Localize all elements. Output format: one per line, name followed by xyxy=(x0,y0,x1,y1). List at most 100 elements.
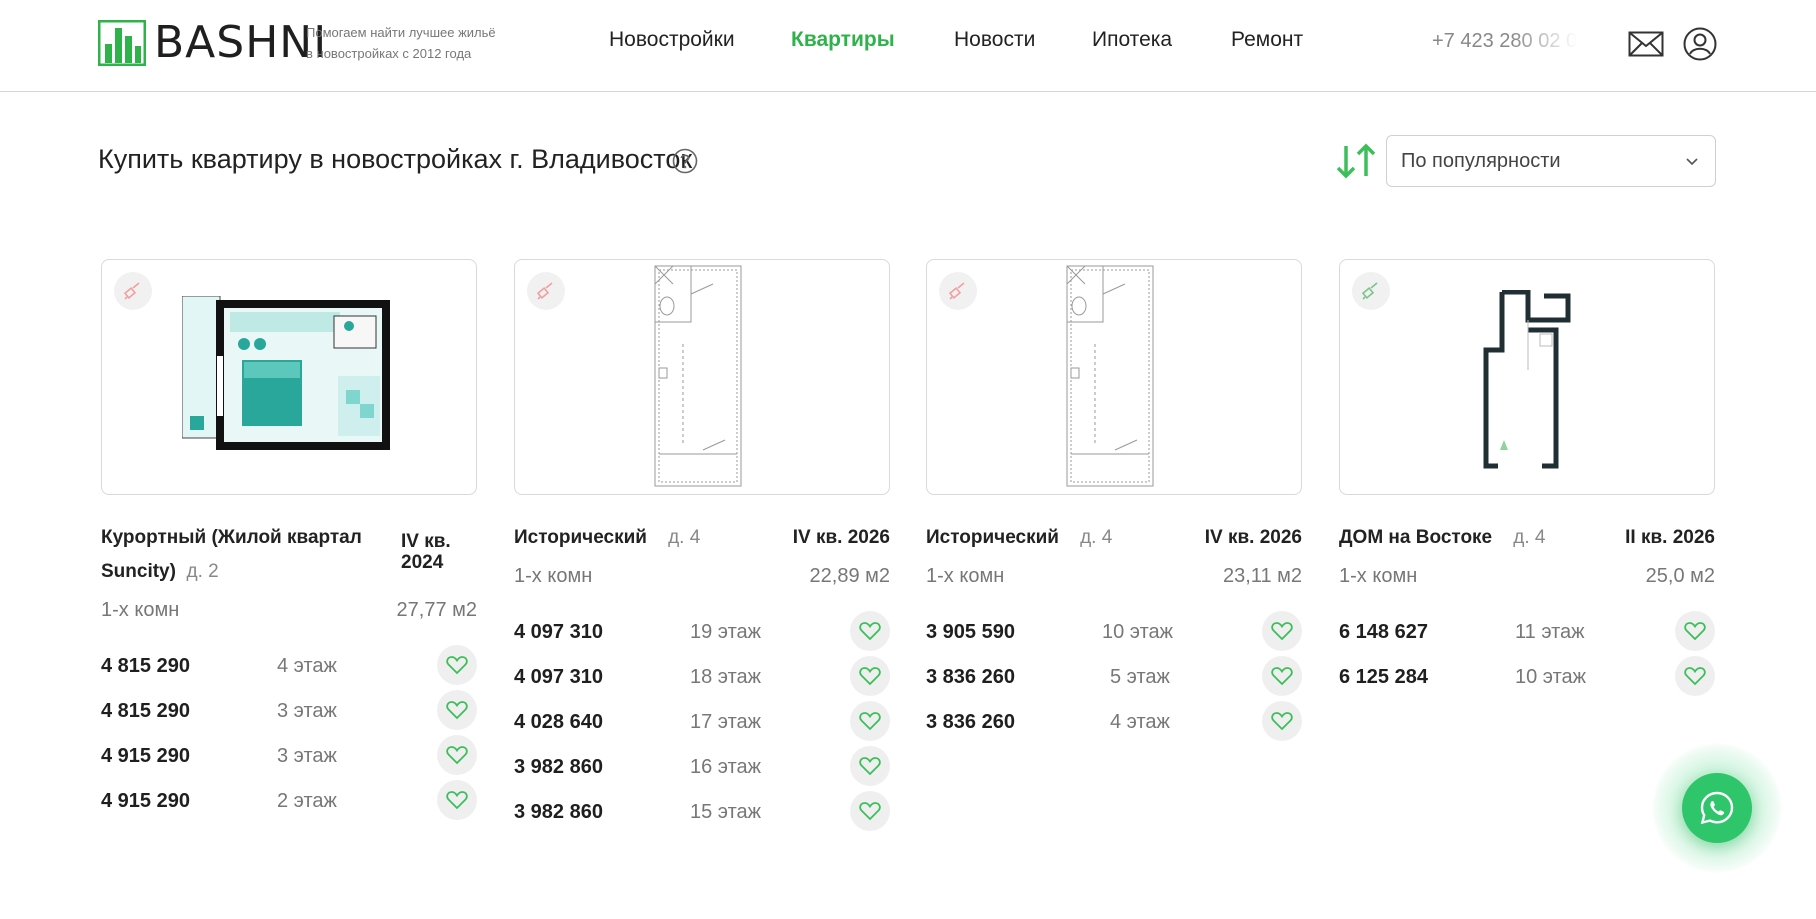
floor: 10 этаж xyxy=(1515,666,1587,688)
mail-button[interactable] xyxy=(1628,26,1664,62)
floor: 2 этаж xyxy=(277,790,337,812)
nav-item-ipoteka[interactable]: Ипотека xyxy=(1092,28,1172,52)
price-row[interactable]: 4 815 290 3 этаж xyxy=(101,690,477,735)
favorite-button[interactable] xyxy=(1675,611,1715,651)
floor-plan-image[interactable] xyxy=(514,259,890,495)
heart-icon xyxy=(859,622,881,641)
brush-icon xyxy=(1361,282,1378,300)
apartment-area: 27,77 м2 xyxy=(396,599,477,621)
favorite-button[interactable] xyxy=(437,735,477,775)
page-title: Купить квартиру в новостройках г. Владив… xyxy=(98,144,693,174)
user-icon xyxy=(1683,27,1717,61)
profile-button[interactable] xyxy=(1682,26,1718,62)
favorite-button[interactable] xyxy=(850,746,890,786)
heart-icon xyxy=(1271,622,1293,641)
favorite-button[interactable] xyxy=(437,645,477,685)
finishing-badge xyxy=(939,272,977,310)
complex-name[interactable]: Курортный (Жилой квартал Suncity) д. 2 xyxy=(101,521,371,589)
price-row[interactable]: 3 836 260 4 этаж xyxy=(926,701,1302,746)
sort-arrows-icon[interactable] xyxy=(1335,142,1377,180)
complex-name-line-1: Исторический xyxy=(926,527,1059,548)
whatsapp-button[interactable] xyxy=(1682,773,1752,843)
floor: 5 этаж xyxy=(1110,666,1170,688)
floor: 10 этаж xyxy=(1102,621,1174,643)
price-row[interactable]: 4 097 310 19 этаж xyxy=(514,611,890,656)
nav-item-novostroyki[interactable]: Новостройки xyxy=(609,28,735,52)
complex-name[interactable]: Исторический д. 4 xyxy=(926,521,1112,555)
favorite-button[interactable] xyxy=(437,690,477,730)
price-row[interactable]: 6 125 284 10 этаж xyxy=(1339,656,1715,701)
price: 3 836 260 xyxy=(926,711,1015,733)
price-row[interactable]: 4 915 290 3 этаж xyxy=(101,735,477,780)
nav-item-novosti[interactable]: Новости xyxy=(954,28,1035,52)
favorite-button[interactable] xyxy=(1675,656,1715,696)
delivery-date-line-1: IV кв. xyxy=(401,531,451,552)
price: 4 097 310 xyxy=(514,666,603,688)
price-row[interactable]: 4 097 310 18 этаж xyxy=(514,656,890,701)
floor-plan-drawing xyxy=(182,296,390,450)
floor: 3 этаж xyxy=(277,745,337,767)
floor-plan-image[interactable] xyxy=(926,259,1302,495)
price-row[interactable]: 3 982 860 16 этаж xyxy=(514,746,890,791)
logo-icon xyxy=(98,20,146,66)
sort-select[interactable]: По популярности xyxy=(1386,135,1716,187)
floor-plan-image[interactable] xyxy=(1339,259,1715,495)
heart-icon xyxy=(446,656,468,675)
logo[interactable]: BASHNI xyxy=(98,20,327,66)
heart-icon xyxy=(446,701,468,720)
floor-plan-image[interactable] xyxy=(101,259,477,495)
favorite-button[interactable] xyxy=(850,791,890,831)
heart-icon xyxy=(1684,622,1706,641)
price-row[interactable]: 3 836 260 5 этаж xyxy=(926,656,1302,701)
price-row[interactable]: 4 028 640 17 этаж xyxy=(514,701,890,746)
apartment-area: 22,89 м2 xyxy=(809,565,890,587)
complex-name[interactable]: Исторический д. 4 xyxy=(514,521,700,555)
delivery-date: IV кв. 2026 xyxy=(1204,527,1302,548)
complex-name-line-1: Курортный (Жилой квартал xyxy=(101,527,362,548)
phone-number[interactable]: +7 423 280 02 0 xyxy=(1432,30,1577,53)
favorite-button[interactable] xyxy=(1262,656,1302,696)
price: 3 905 590 xyxy=(926,621,1015,643)
delivery-date: IV кв. 2026 xyxy=(792,527,890,548)
price-row[interactable]: 6 148 627 11 этаж xyxy=(1339,611,1715,656)
floor-plan-drawing xyxy=(1066,265,1154,487)
favorite-button[interactable] xyxy=(850,701,890,741)
heart-icon xyxy=(446,746,468,765)
favorite-button[interactable] xyxy=(850,611,890,651)
rooms-count: 1-х комн xyxy=(1339,565,1418,587)
floor: 17 этаж xyxy=(690,711,762,733)
delivery-date: IV кв. 2024 xyxy=(401,531,451,573)
floor: 19 этаж xyxy=(690,621,762,643)
price: 4 028 640 xyxy=(514,711,603,733)
favorite-button[interactable] xyxy=(1262,611,1302,651)
favorite-button[interactable] xyxy=(850,656,890,696)
price-row[interactable]: 3 905 590 10 этаж xyxy=(926,611,1302,656)
price: 6 125 284 xyxy=(1339,666,1428,688)
floor: 16 этаж xyxy=(690,756,762,778)
price-row[interactable]: 4 815 290 4 этаж xyxy=(101,645,477,690)
brush-icon xyxy=(948,282,965,300)
price-row[interactable]: 4 915 290 2 этаж xyxy=(101,780,477,825)
price-row[interactable]: 3 982 860 15 этаж xyxy=(514,791,890,836)
heart-icon xyxy=(1271,712,1293,731)
house-number: д. 4 xyxy=(1513,527,1546,548)
heart-icon xyxy=(859,802,881,821)
nav-item-kvartiry[interactable]: Квартиры xyxy=(791,28,895,52)
price: 4 915 290 xyxy=(101,745,190,767)
favorite-button[interactable] xyxy=(1262,701,1302,741)
chevron-down-icon xyxy=(1686,158,1698,166)
finishing-badge xyxy=(1352,272,1390,310)
heart-icon xyxy=(446,791,468,810)
nav-item-remont[interactable]: Ремонт xyxy=(1231,28,1303,52)
favorite-button[interactable] xyxy=(437,780,477,820)
heart-icon xyxy=(859,712,881,731)
house-number: д. 2 xyxy=(186,561,219,582)
tagline: Помогаем найти лучшее жильё в новостройк… xyxy=(306,22,506,64)
whatsapp-icon xyxy=(1700,791,1734,825)
price: 4 097 310 xyxy=(514,621,603,643)
heart-icon xyxy=(1271,667,1293,686)
rooms-count: 1-х комн xyxy=(101,599,180,621)
floor-plan-drawing xyxy=(1483,290,1571,469)
question-icon[interactable] xyxy=(672,148,698,174)
complex-name[interactable]: ДОМ на Востоке д. 4 xyxy=(1339,521,1545,555)
